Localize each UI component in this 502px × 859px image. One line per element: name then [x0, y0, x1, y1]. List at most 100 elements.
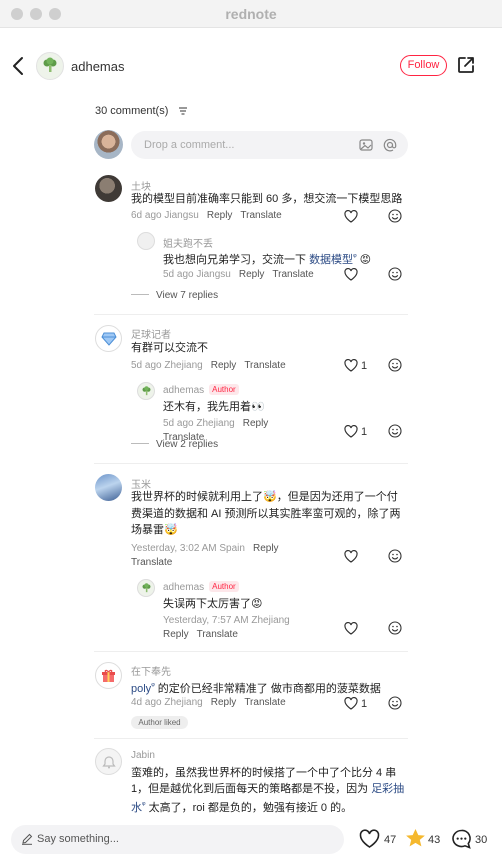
comment-bubble-icon[interactable] [451, 829, 472, 849]
emoji-react-icon[interactable] [388, 549, 402, 563]
commenter-avatar[interactable] [95, 175, 122, 202]
author-reply-avatar[interactable] [137, 579, 155, 597]
say-something-placeholder: Say something... [37, 833, 119, 845]
comment-meta: 5d ago Zhejiang Reply Translate [131, 359, 286, 373]
comment-time-location: 6d ago Jiangsu [131, 210, 199, 221]
heart-icon[interactable] [344, 425, 358, 438]
pen-icon [22, 833, 33, 845]
view-replies-button[interactable]: View 7 replies [131, 290, 218, 301]
gift-icon [102, 669, 115, 682]
star-icon[interactable] [405, 828, 426, 848]
replier-avatar[interactable] [137, 232, 155, 250]
author-reply-avatar[interactable] [137, 382, 155, 400]
commenter-avatar[interactable] [95, 474, 122, 501]
back-arrow-icon[interactable] [8, 54, 30, 78]
translate-button[interactable]: Translate [272, 269, 313, 280]
my-avatar [94, 130, 123, 159]
comment-text-body: 太高了，roi 都是负的，勉强有接近 0 的。 [145, 802, 353, 814]
view-replies-button[interactable]: View 2 replies [131, 439, 218, 450]
author-badge: Author [209, 384, 239, 395]
image-icon[interactable] [359, 138, 373, 152]
commenter-avatar[interactable] [95, 325, 122, 352]
author-name[interactable]: adhemas [71, 59, 124, 74]
heart-icon[interactable] [344, 359, 358, 372]
comment-text: polyᵠ 的定价已经非常精准了 做市商都用的菠菜数据 [131, 678, 381, 697]
translate-button[interactable]: Translate [244, 360, 285, 371]
comment-divider [94, 738, 408, 739]
topic-link[interactable]: 足彩抽 [371, 783, 404, 795]
comment-meta: 4d ago Zhejiang Reply Translate [131, 696, 286, 710]
topic-link[interactable]: poly [131, 683, 151, 695]
share-icon[interactable] [456, 55, 476, 75]
author-avatar[interactable] [36, 52, 64, 80]
sort-icon[interactable] [179, 107, 187, 115]
translate-button[interactable]: Translate [240, 210, 281, 221]
broccoli-icon [142, 582, 150, 592]
heart-icon[interactable] [344, 268, 358, 281]
broccoli-icon [43, 57, 57, 72]
reply-button[interactable]: Reply [243, 418, 269, 429]
replier-name-text[interactable]: adhemas [163, 582, 204, 593]
topic-link-icon: ᵠ [353, 252, 357, 261]
comment-input[interactable]: Drop a comment... [131, 131, 408, 159]
heart-icon[interactable] [344, 622, 358, 635]
reply-button[interactable]: Reply [207, 210, 233, 221]
comment-text-line: 费渠道的数据和 AI 预测所以其实胜率蛮可观的，除了两 [131, 508, 401, 520]
emoji-react-icon[interactable] [388, 424, 402, 438]
translate-button[interactable]: Translate [131, 557, 172, 568]
emoji-react-icon[interactable] [388, 358, 402, 372]
like-heart-icon[interactable] [359, 829, 380, 849]
comment-divider [94, 463, 408, 464]
comment-meta: Yesterday, 3:02 AM Spain Reply Translate [131, 542, 311, 570]
author-badge: Author [209, 581, 239, 592]
view-replies-line [131, 294, 149, 295]
heart-icon[interactable] [344, 697, 358, 710]
commenter-name[interactable]: Jabin [131, 750, 155, 761]
mention-icon[interactable] [383, 138, 397, 152]
comment-text-line: 场暴雷🤯 [131, 524, 178, 536]
reply-button[interactable]: Reply [211, 697, 237, 708]
heart-icon[interactable] [344, 210, 358, 223]
broccoli-icon [142, 385, 150, 395]
reply-emoji: 😡 [359, 254, 372, 266]
emoji-react-icon[interactable] [388, 267, 402, 281]
window-title: rednote [225, 6, 277, 22]
reply-text: 失误两下太厉害了😡 [163, 598, 263, 610]
commenter-avatar[interactable] [95, 662, 122, 689]
replier-name[interactable]: 姐夫跑不丢 [163, 235, 213, 250]
reply-time-location: 5d ago Zhejiang [163, 418, 235, 429]
commenter-name[interactable]: 足球记者 [131, 326, 171, 341]
comment-text-line: 蛮难的，虽然我世界杯的时候搭了一个中了个比分 4 串 [131, 767, 397, 779]
author-liked-badge: Author liked [131, 716, 188, 729]
commenter-avatar[interactable] [95, 748, 122, 775]
replier-name-text[interactable]: adhemas [163, 385, 204, 396]
emoji-react-icon[interactable] [388, 621, 402, 635]
heart-icon[interactable] [344, 550, 358, 563]
replier-name: adhemas Author [163, 581, 239, 593]
comment-text-line: 1，但是越优化到后面每天的策略都是不投，因为 足彩抽 [131, 781, 404, 797]
commenter-name[interactable]: 在下奉先 [131, 663, 171, 678]
comment-text-line: 我世界杯的时候就利用上了🤯，但是因为还用了一个付 [131, 491, 398, 503]
emoji-react-icon[interactable] [388, 209, 402, 223]
like-count: 1 [361, 698, 368, 710]
reply-button[interactable]: Reply [163, 629, 189, 640]
say-something-input[interactable]: Say something... [11, 825, 344, 854]
reply-button[interactable]: Reply [211, 360, 237, 371]
view-replies-label: View 7 replies [156, 290, 219, 301]
comment-time-location: Yesterday, 3:02 AM Spain [131, 543, 245, 554]
follow-button[interactable]: Follow [400, 55, 447, 76]
topic-link[interactable]: 数据模型 [309, 254, 353, 266]
translate-button[interactable]: Translate [244, 697, 285, 708]
comment-text: 有群可以交流不 [131, 342, 208, 354]
star-count-total: 43 [428, 834, 441, 846]
translate-button[interactable]: Translate [197, 629, 238, 640]
comment-divider [94, 314, 408, 315]
reply-button[interactable]: Reply [253, 543, 279, 554]
topic-link-continued[interactable]: 水 [131, 802, 142, 814]
comment-count: 30 comment(s) [95, 105, 169, 117]
view-replies-line [131, 443, 149, 444]
reply-button[interactable]: Reply [239, 269, 265, 280]
emoji-react-icon[interactable] [388, 696, 402, 710]
replier-name: adhemas Author [163, 384, 239, 396]
comment-text-body: 的定价已经非常精准了 做市商都用的菠菜数据 [154, 683, 381, 695]
